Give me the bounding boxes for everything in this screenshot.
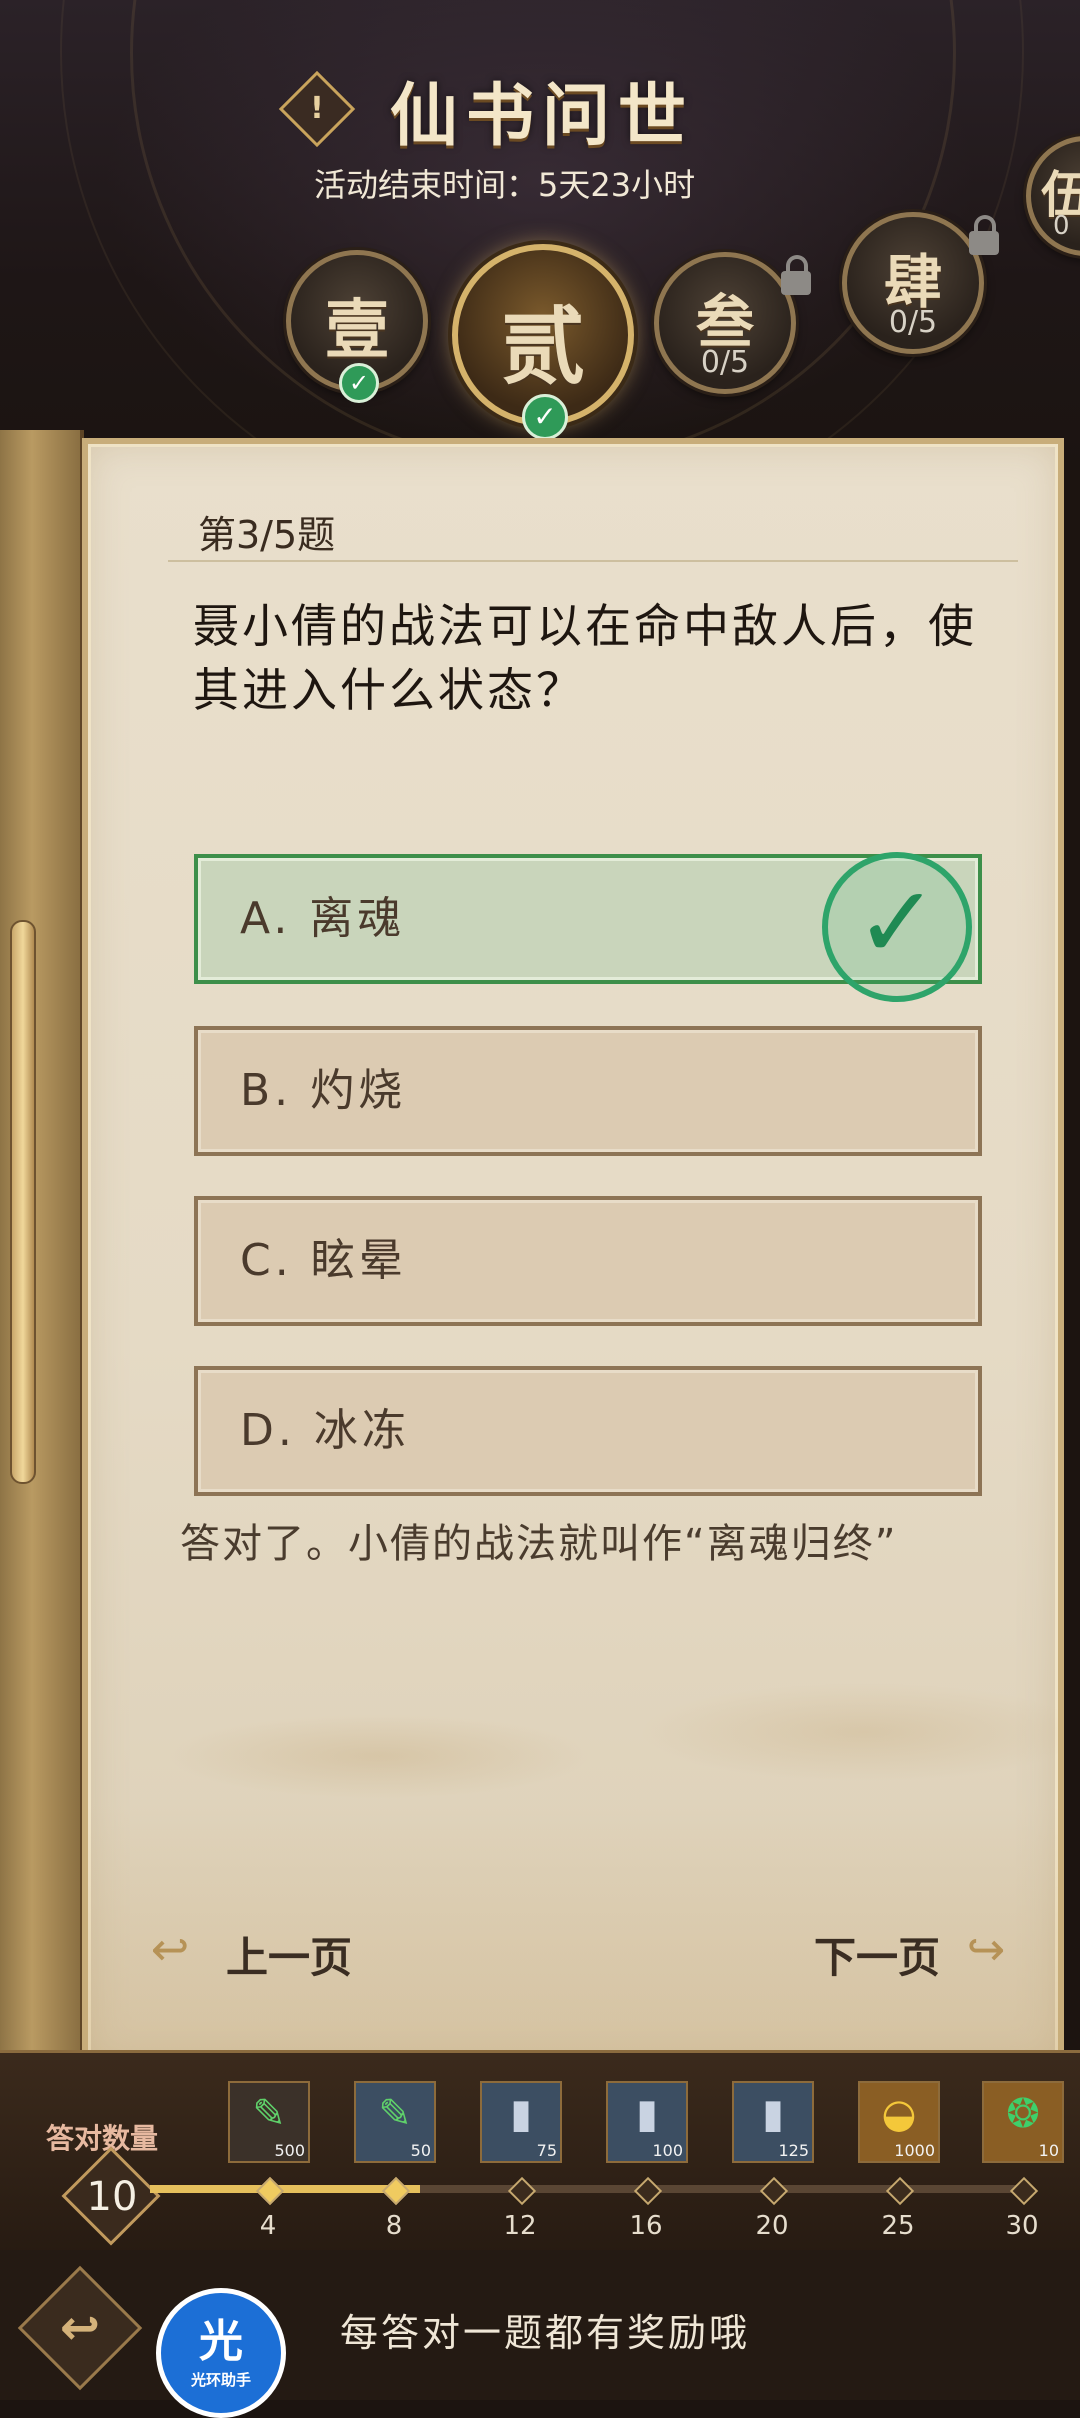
- reward-item[interactable]: ▮ 100: [606, 2081, 688, 2163]
- green-scroll-icon: ✎: [378, 2091, 412, 2137]
- option-c[interactable]: C. 眩晕: [194, 1196, 982, 1326]
- milestone-label: 12: [503, 2211, 537, 2241]
- back-arrow-icon: ↩: [59, 2300, 101, 2356]
- event-timer: 活动结束时间：5天23小时: [314, 166, 696, 204]
- question-text: 聂小倩的战法可以在命中敌人后，使其进入什么状态？: [193, 599, 977, 717]
- chapter-progress: 0: [1053, 211, 1070, 241]
- reward-amount: 50: [410, 2141, 431, 2160]
- milestone-node: [255, 2176, 285, 2206]
- reward-amount: 100: [652, 2141, 683, 2160]
- helper-text: 光环助手: [190, 2371, 251, 2389]
- exclamation-icon: !: [310, 91, 324, 126]
- option-d[interactable]: D. 冰冻: [194, 1366, 982, 1496]
- milestone-label: 8: [385, 2211, 403, 2241]
- correct-count-value: 10: [86, 2174, 138, 2220]
- reward-amount: 1000: [894, 2141, 935, 2160]
- milestone-node: [381, 2176, 411, 2206]
- reward-item[interactable]: ▮ 125: [732, 2081, 814, 2163]
- reward-amount: 125: [778, 2141, 809, 2160]
- lock-icon: [781, 255, 811, 295]
- header: ! 仙书问世 活动结束时间：5天23小时 壹 ✓ 贰 ✓ 叁 0/5 肆 0/5…: [0, 0, 1080, 470]
- answer-explanation: 答对了。小倩的战法就叫作“离魂归终”: [180, 1521, 898, 1567]
- scroll-handle: [10, 920, 36, 1484]
- progress-fill: [150, 2185, 420, 2193]
- milestone-label: 25: [881, 2211, 915, 2241]
- milestone-label: 16: [629, 2211, 663, 2241]
- option-b[interactable]: B. 灼烧: [194, 1026, 982, 1156]
- silver-ingot-icon: ▮: [509, 2091, 532, 2137]
- next-arrow-icon: ↪: [966, 1922, 1006, 1976]
- reward-item[interactable]: ▮ 75: [480, 2081, 562, 2163]
- chapter-glyph: 壹: [325, 293, 389, 368]
- helper-glyph: 光: [199, 2316, 243, 2367]
- option-label: B. 灼烧: [240, 1065, 407, 1116]
- reward-amount: 500: [274, 2141, 305, 2160]
- footer: ↩ 光 光环助手 每答对一题都有奖励哦: [0, 2250, 1080, 2418]
- divider: [168, 560, 1018, 562]
- milestone-node: [885, 2176, 915, 2206]
- milestone-node: [633, 2176, 663, 2206]
- lock-icon: [969, 215, 999, 255]
- chapter-tab-1[interactable]: 壹 ✓: [286, 250, 428, 403]
- chapter-glyph: 贰: [500, 297, 585, 396]
- reward-item[interactable]: ✎ 500: [228, 2081, 310, 2163]
- gold-ingot-icon: ◒: [881, 2091, 917, 2137]
- green-scroll-icon: ✎: [252, 2091, 286, 2137]
- chapter-progress: 0/5: [888, 305, 938, 340]
- cloud-decoration: [88, 1684, 1058, 1804]
- silver-ingot-icon: ▮: [761, 2091, 784, 2137]
- milestone-node: [759, 2176, 789, 2206]
- milestone-label: 4: [259, 2211, 277, 2241]
- milestone-label: 20: [755, 2211, 789, 2241]
- jade-token-icon: ❂: [1006, 2091, 1040, 2137]
- page-title: 仙书问世: [390, 76, 695, 156]
- chapter-progress: 0/5: [700, 345, 750, 380]
- milestone-label: 30: [1005, 2211, 1039, 2241]
- next-page-button[interactable]: 下一页: [814, 1924, 940, 1985]
- option-label: C. 眩晕: [240, 1235, 407, 1286]
- chapter-tab-2[interactable]: 贰 ✓: [452, 244, 634, 440]
- correct-check-icon: ✓: [822, 852, 972, 1002]
- back-button[interactable]: ↩: [17, 2265, 143, 2391]
- check-icon: ✓: [339, 363, 379, 403]
- correct-count-label: 答对数量: [46, 2122, 159, 2155]
- option-label: D. 冰冻: [240, 1405, 410, 1456]
- chapter-tab-4[interactable]: 肆 0/5: [842, 212, 999, 354]
- reward-amount: 75: [536, 2141, 557, 2160]
- reward-amount: 10: [1038, 2141, 1059, 2160]
- reward-item[interactable]: ✎ 50: [354, 2081, 436, 2163]
- question-panel: 第3/5题 聂小倩的战法可以在命中敌人后，使其进入什么状态？ A. 离魂 ✓ B…: [82, 438, 1064, 2070]
- prev-arrow-icon: ↩: [150, 1922, 190, 1976]
- prev-page-button[interactable]: 上一页: [226, 1924, 352, 1985]
- reward-item[interactable]: ◒ 1000: [858, 2081, 940, 2163]
- silver-ingot-icon: ▮: [635, 2091, 658, 2137]
- reward-hint: 每答对一题都有奖励哦: [340, 2311, 751, 2355]
- reward-progress-bar: 答对数量 10 ✎ 500 ✎ 50 ▮ 75 ▮ 100 ▮ 125 ◒ 1000 ❂ 10 4 8 12 16…: [0, 2050, 1080, 2253]
- chapter-tab-5[interactable]: 伍 0: [1026, 136, 1080, 256]
- option-label: A. 离魂: [240, 893, 406, 944]
- reward-item[interactable]: ❂ 10: [982, 2081, 1064, 2163]
- milestone-node: [1009, 2176, 1039, 2206]
- question-number: 第3/5题: [198, 513, 336, 557]
- option-a[interactable]: A. 离魂 ✓: [194, 852, 982, 1002]
- chapter-tab-3[interactable]: 叁 0/5: [654, 252, 811, 394]
- check-icon: ✓: [522, 394, 568, 440]
- milestone-node: [507, 2176, 537, 2206]
- helper-app-button[interactable]: 光 光环助手: [156, 2288, 286, 2418]
